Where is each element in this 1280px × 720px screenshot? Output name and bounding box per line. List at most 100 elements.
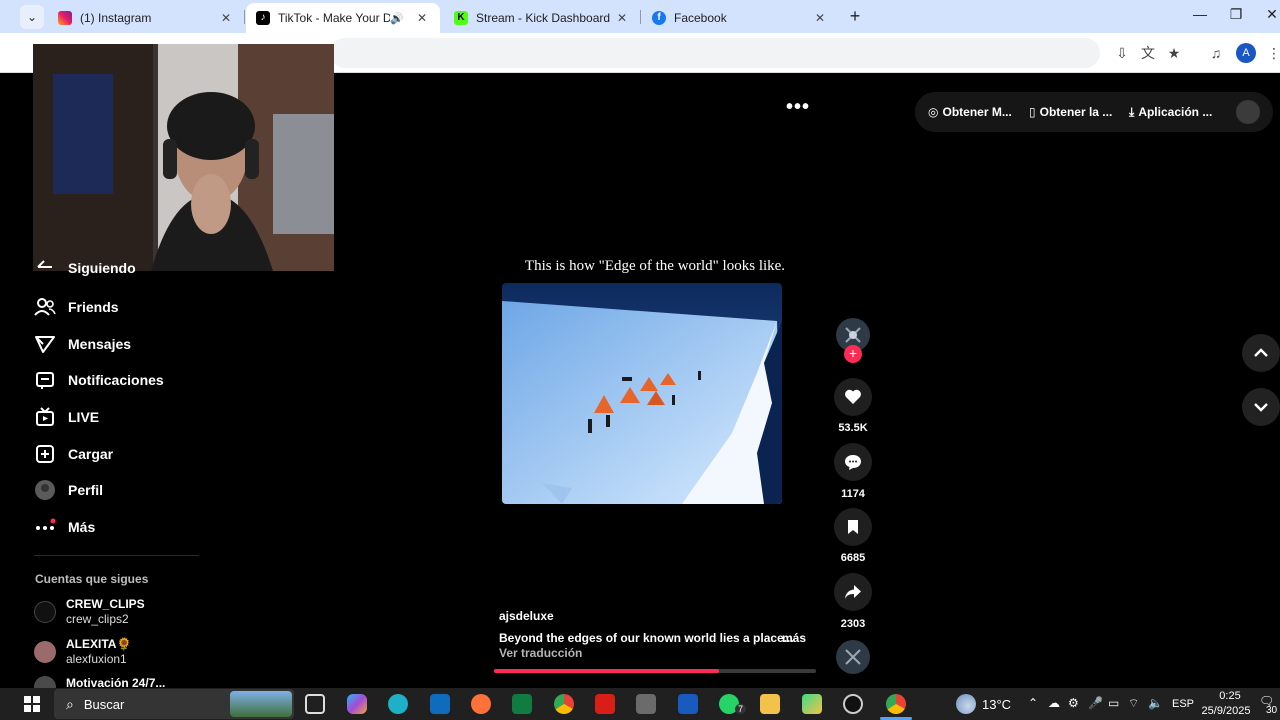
desktop-app-button[interactable]: ⤓ Aplicación ... [1129, 104, 1212, 120]
speaker-icon[interactable]: 🔊 [390, 12, 404, 25]
address-bar[interactable] [330, 38, 1100, 68]
task-view-icon[interactable] [305, 694, 325, 714]
followed-account[interactable]: ALEXITA🌻 alexfuxion1 [34, 636, 234, 668]
close-icon[interactable]: ✕ [812, 11, 828, 25]
search-icon: ⌕ [66, 695, 74, 712]
previous-video-button[interactable] [1242, 334, 1280, 372]
facebook-icon: f [652, 11, 666, 25]
followed-account[interactable]: Motivación 24/7... [34, 676, 234, 688]
save-button[interactable] [834, 508, 872, 546]
translate-icon[interactable]: 文 [1138, 43, 1158, 63]
upload-plus-icon [34, 443, 56, 465]
notification-count: 30 [1266, 705, 1278, 716]
cloud-icon[interactable]: ☁ [1048, 696, 1060, 710]
wifi-icon[interactable]: ⌔ [1128, 696, 1139, 711]
sidebar-item-perfil[interactable]: Perfil [34, 477, 103, 503]
firefox-icon[interactable] [471, 694, 491, 714]
account-handle: alexfuxion1 [66, 652, 127, 666]
comment-button[interactable] [834, 443, 872, 481]
sidebar-item-notificaciones[interactable]: Notificaciones [34, 367, 164, 393]
sidebar-item-label: Friends [68, 299, 119, 315]
tab-search-chevron-icon[interactable]: ⌄ [20, 5, 44, 29]
battery-icon[interactable]: ▭ [1108, 696, 1119, 710]
get-coins-button[interactable]: ◎ Obtener M... [928, 104, 1012, 120]
wps-office-icon[interactable] [595, 694, 615, 714]
translate-link[interactable]: Ver traducción [499, 646, 582, 660]
next-video-button[interactable] [1242, 388, 1280, 426]
close-icon[interactable]: ✕ [218, 11, 234, 25]
see-more-link[interactable]: más [782, 631, 806, 645]
windows-start-icon[interactable] [24, 696, 40, 712]
bookmark-star-icon[interactable]: ★ [1164, 43, 1184, 63]
volume-icon[interactable]: 🔈 [1148, 696, 1163, 710]
tab-tiktok[interactable]: ♪ TikTok - Make Your Day 🔊 ✕ [246, 3, 440, 33]
chevron-down-icon [1254, 403, 1268, 412]
followed-account[interactable]: CREW_CLIPS crew_clips2 [34, 596, 234, 628]
tab-divider [244, 10, 245, 24]
clock-date[interactable]: 25/9/2025 [1196, 705, 1256, 717]
screen: ⌄ (1) Instagram ✕ ♪ TikTok - Make Your D… [0, 0, 1280, 720]
video-description: Beyond the edges of our known world lies… [499, 631, 794, 645]
new-tab-button[interactable]: + [845, 6, 865, 27]
webcam-overlay [33, 44, 334, 271]
more-options-icon[interactable]: ••• [786, 96, 810, 119]
kebab-menu-icon[interactable]: ⋮ [1264, 43, 1280, 63]
tab-label: Facebook [674, 11, 727, 25]
chrome-active-icon[interactable] [886, 694, 906, 714]
heart-icon [845, 389, 861, 404]
microphone-icon[interactable]: 🎤 [1088, 696, 1103, 710]
share-button[interactable] [834, 573, 872, 611]
live-tv-icon [34, 406, 56, 428]
like-count: 53.5K [838, 422, 868, 434]
sidebar-item-cargar[interactable]: Cargar [34, 441, 113, 467]
tab-kick[interactable]: K Stream - Kick Dashboard ✕ [444, 3, 640, 33]
coin-icon: ◎ [928, 105, 939, 119]
sidebar-item-mensajes[interactable]: Mensajes [34, 331, 131, 357]
clock-time[interactable]: 0:25 [1208, 690, 1252, 702]
close-icon[interactable]: ✕ [414, 11, 430, 25]
input-language[interactable]: ESP [1172, 698, 1194, 710]
video-player[interactable] [502, 283, 782, 504]
video-progress-bar[interactable] [494, 669, 816, 673]
video-author[interactable]: ajsdeluxe [499, 609, 554, 623]
sidebar-item-live[interactable]: LIVE [34, 404, 99, 430]
restore-icon[interactable]: ❐ [1226, 6, 1246, 23]
file-explorer-icon[interactable] [760, 694, 780, 714]
chrome-icon[interactable] [554, 694, 574, 714]
tray-app-icon[interactable]: ⚙ [1068, 696, 1079, 710]
taskbar-search-input[interactable]: ⌕ Buscar [54, 689, 294, 719]
obs-icon[interactable] [843, 694, 863, 714]
music-disc-icon[interactable] [836, 640, 870, 674]
install-app-icon[interactable]: ⇩ [1112, 43, 1132, 63]
browser-tab-strip: ⌄ (1) Instagram ✕ ♪ TikTok - Make Your D… [0, 0, 1280, 33]
profile-avatar[interactable]: A [1236, 43, 1256, 63]
like-button[interactable] [834, 378, 872, 416]
video-caption: This is how "Edge of the world" looks li… [524, 258, 786, 274]
word-icon[interactable] [678, 694, 698, 714]
weather-icon[interactable] [956, 694, 976, 714]
minimize-icon[interactable]: — [1190, 6, 1210, 22]
tab-label: (1) Instagram [80, 11, 152, 25]
outlook-icon[interactable] [430, 694, 450, 714]
sidebar-item-friends[interactable]: Friends [34, 294, 119, 320]
follow-plus-icon[interactable]: + [844, 345, 862, 363]
tray-chevron-up-icon[interactable]: ⌃ [1028, 696, 1038, 710]
tab-instagram[interactable]: (1) Instagram ✕ [48, 3, 244, 33]
excel-icon[interactable] [512, 694, 532, 714]
window-close-icon[interactable]: ✕ [1262, 6, 1280, 23]
user-avatar[interactable] [1236, 100, 1260, 124]
bluestacks-icon[interactable] [802, 694, 822, 714]
button-label: Obtener M... [942, 105, 1012, 119]
search-label: Buscar [83, 696, 125, 712]
following-icon [34, 258, 56, 276]
windows-taskbar: ⌕ Buscar 7 13°C ⌃ ☁ ⚙ 🎤 ▭ ⌔ 🔈 ESP 0:25 2… [0, 688, 1280, 720]
sidebar-item-mas[interactable]: Más [34, 514, 95, 540]
sidebar-item-siguiendo[interactable]: Siguiendo [34, 258, 136, 276]
get-app-button[interactable]: ▯ Obtener la ... [1029, 104, 1112, 120]
tab-facebook[interactable]: f Facebook ✕ [642, 3, 838, 33]
edge-icon[interactable] [388, 694, 408, 714]
media-controls-icon[interactable]: ♫ [1206, 43, 1226, 63]
close-icon[interactable]: ✕ [614, 11, 630, 25]
copilot-icon[interactable] [347, 694, 367, 714]
clapperboard-app-icon[interactable] [636, 694, 656, 714]
